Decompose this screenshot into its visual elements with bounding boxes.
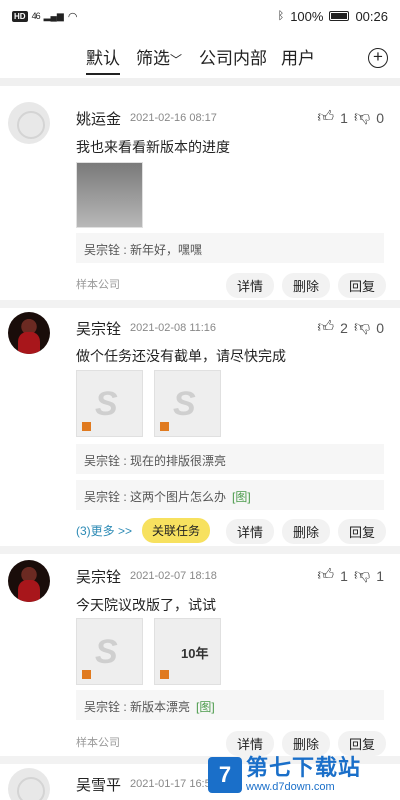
post-image[interactable] [76, 618, 143, 685]
comment[interactable]: 吴宗铨 : 这两个图片怎么办 [图] [76, 480, 384, 510]
header-divider [0, 78, 400, 86]
dislike-icon[interactable]: 👎︎ [354, 318, 370, 337]
dislike-count: 0 [376, 109, 384, 126]
comment-text: 吴宗铨 : 新版本漂亮 [84, 700, 191, 714]
tab-company-internal[interactable]: 公司内部 [199, 44, 267, 69]
like-icon[interactable]: 👍︎ [317, 318, 334, 337]
hd-icon: HD [12, 10, 28, 22]
image-year-text: 10年 [181, 646, 209, 661]
post-time: 2021-02-16 08:17 [130, 112, 217, 124]
tab-filter[interactable]: 筛选﹀ [136, 44, 182, 69]
post-author[interactable]: 吴雪平 [76, 774, 121, 795]
tab-default[interactable]: 默认 [86, 44, 120, 75]
post-text: 做个任务还没有截单，请尽快完成 [76, 348, 286, 364]
watermark-text: 第七下载站 www.d7down.com [246, 756, 361, 794]
post-text: 今天院议改版了，试试 [76, 597, 216, 613]
post-image[interactable] [76, 162, 143, 228]
detail-button[interactable]: 详情 [226, 273, 275, 298]
battery-percent: 100% [290, 8, 324, 24]
badge-icon [82, 422, 91, 431]
watermark-logo-icon: 7 [208, 757, 242, 793]
dislike-icon[interactable]: 👎︎ [354, 566, 370, 585]
like-count: 1 [340, 109, 348, 126]
wifi-icon: ◠ [67, 10, 78, 23]
battery-icon [329, 11, 350, 21]
tab-users[interactable]: 用户 [281, 44, 315, 69]
image-link[interactable]: [图] [232, 490, 251, 504]
comment[interactable]: 吴宗铨 : 新版本漂亮 [图] [76, 690, 384, 720]
status-right: ᛒ 100% 00:26 [278, 9, 388, 24]
detail-button[interactable]: 详情 [226, 519, 275, 544]
comment-text: 吴宗铨 : 现在的排版很漂亮 [84, 454, 227, 468]
post-item: 吴宗铨 2021-02-08 11:16 👍︎ 2 👎︎ 0 做个任务还没有截单，请… [0, 308, 400, 548]
company-label: 样本公司 [76, 279, 120, 291]
post-item: 姚运金 2021-02-16 08:17 👍︎ 1 👎︎ 0 我也来看看新版本的进度… [0, 96, 400, 298]
like-icon[interactable]: 👍︎ [317, 566, 334, 585]
post-text: 我也来看看新版本的进度 [76, 139, 230, 155]
delete-button[interactable]: 删除 [282, 731, 331, 756]
detail-button[interactable]: 详情 [226, 731, 275, 756]
post-image[interactable]: 10年 [154, 618, 221, 685]
avatar[interactable] [8, 102, 50, 144]
like-count: 2 [340, 319, 348, 336]
more-comments-link[interactable]: (3)更多 >> [76, 522, 132, 539]
status-left: HD 46 ▂▄▆ ◠ [12, 10, 77, 23]
post-separator [0, 546, 400, 554]
delete-button[interactable]: 删除 [282, 519, 331, 544]
avatar[interactable] [8, 560, 50, 602]
comment[interactable]: 吴宗铨 : 新年好，嘿嘿 [76, 233, 384, 263]
image-link[interactable]: [图] [196, 700, 215, 714]
post-author[interactable]: 吴宗铨 [76, 318, 121, 339]
clock: 00:26 [355, 8, 388, 24]
post-author[interactable]: 吴宗铨 [76, 566, 121, 587]
post-item: 吴宗铨 2021-02-07 18:18 👍︎ 1 👎︎ 1 今天院议改版了，试试 … [0, 554, 400, 756]
badge-icon [82, 670, 91, 679]
reactions: 👍︎ 1 👎︎ 1 [317, 566, 384, 585]
reply-button[interactable]: 回复 [338, 731, 387, 756]
avatar[interactable] [8, 312, 50, 354]
post-time: 2021-01-17 16:5 [130, 778, 211, 790]
signal-icon: 46 [31, 11, 41, 21]
chevron-down-icon: ﹀ [170, 53, 183, 67]
delete-button[interactable]: 删除 [282, 273, 331, 298]
like-icon[interactable]: 👍︎ [317, 108, 334, 127]
watermark: 7 第七下载站 www.d7down.com [208, 756, 361, 794]
tab-bar: 默认 筛选﹀ 公司内部 用户 + [0, 38, 400, 75]
dislike-count: 1 [376, 567, 384, 584]
reactions: 👍︎ 1 👎︎ 0 [317, 108, 384, 127]
post-separator [0, 300, 400, 308]
comment-text: 吴宗铨 : 这两个图片怎么办 [84, 490, 227, 504]
post-time: 2021-02-08 11:16 [130, 322, 217, 334]
company-label: 样本公司 [76, 737, 120, 749]
dislike-icon[interactable]: 👎︎ [354, 108, 370, 127]
reply-button[interactable]: 回复 [338, 273, 387, 298]
avatar[interactable] [8, 768, 50, 800]
add-icon[interactable]: + [368, 48, 388, 68]
signal-bars-icon: ▂▄▆ [43, 10, 64, 21]
post-image[interactable] [154, 370, 221, 437]
comment[interactable]: 吴宗铨 : 现在的排版很漂亮 [76, 444, 384, 474]
status-bar: HD 46 ▂▄▆ ◠ ᛒ 100% 00:26 [0, 0, 400, 32]
post-image[interactable] [76, 370, 143, 437]
tab-filter-label: 筛选 [136, 49, 170, 68]
watermark-title: 第七下载站 [246, 755, 362, 780]
reply-button[interactable]: 回复 [338, 519, 387, 544]
comment-text: 吴宗铨 : 新年好，嘿嘿 [84, 243, 203, 257]
post-author[interactable]: 姚运金 [76, 108, 121, 129]
badge-icon [160, 422, 169, 431]
badge-icon [160, 670, 169, 679]
dislike-count: 0 [376, 319, 384, 336]
bluetooth-icon: ᛒ [277, 10, 285, 22]
reactions: 👍︎ 2 👎︎ 0 [317, 318, 384, 337]
post-time: 2021-02-07 18:18 [130, 570, 217, 582]
like-count: 1 [340, 567, 348, 584]
related-task-button[interactable]: 关联任务 [142, 518, 211, 543]
watermark-url: www.d7down.com [246, 781, 335, 793]
